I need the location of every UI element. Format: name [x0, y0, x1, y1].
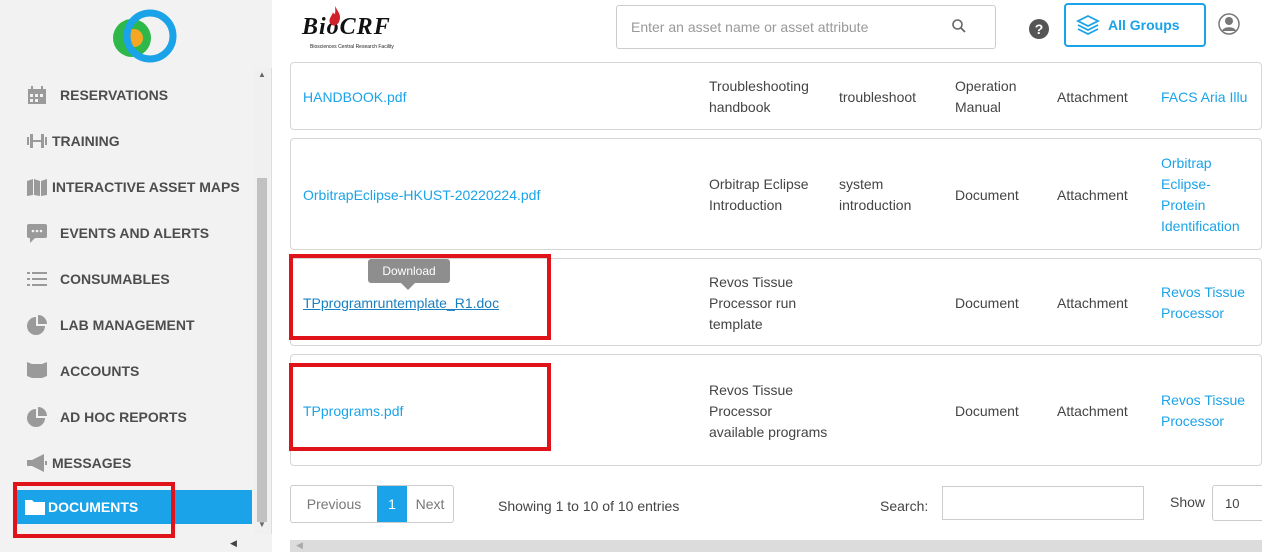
brand-name: BioCRF: [302, 14, 391, 40]
kind-cell: Attachment: [1057, 186, 1128, 203]
description-cell: Troubleshooting handbook: [709, 78, 809, 115]
page-1-button[interactable]: 1: [377, 486, 407, 522]
show-label: Show: [1170, 494, 1206, 510]
table-search-input[interactable]: [942, 486, 1144, 520]
asset-link[interactable]: Revos Tissue Processor: [1161, 259, 1257, 347]
all-groups-label: All Groups: [1108, 17, 1180, 33]
sidebar-item-reservations[interactable]: RESERVATIONS: [0, 72, 254, 118]
scroll-thumb[interactable]: [257, 178, 267, 522]
sidebar-item-messages[interactable]: MESSAGES: [0, 440, 254, 486]
collapse-arrow-icon[interactable]: ◀: [230, 538, 237, 549]
scroll-up-arrow-icon[interactable]: ▲: [258, 70, 266, 79]
logo-area: [0, 0, 272, 68]
type-cell: Document: [955, 402, 1019, 419]
asset-link[interactable]: Orbitrap Eclipse- Protein Identification: [1161, 139, 1257, 251]
brand-subtitle: Biosciences Central Research Facility: [310, 44, 394, 50]
kind-cell: Attachment: [1057, 294, 1128, 311]
scroll-down-arrow-icon[interactable]: ▼: [258, 520, 266, 529]
top-bar: BioCRF Biosciences Central Research Faci…: [272, 0, 1262, 60]
search-label: Search:: [880, 498, 929, 514]
previous-button[interactable]: Previous: [291, 486, 377, 522]
sidebar-item-label: MESSAGES: [52, 455, 132, 471]
entries-info: Showing 1 to 10 of 10 entries: [498, 498, 680, 514]
pie-chart-icon: [27, 315, 47, 335]
scroll-left-arrow-icon[interactable]: ◀: [296, 540, 303, 551]
layers-icon: [1076, 14, 1100, 36]
highlight-box: [289, 363, 551, 451]
search-icon[interactable]: [951, 18, 967, 34]
sidebar-scrollbar[interactable]: ▲ ▼: [254, 68, 270, 534]
table-row: OrbitrapEclipse-HKUST-20220224.pdf Orbit…: [290, 138, 1262, 250]
sidebar-item-label: AD HOC REPORTS: [60, 409, 187, 425]
sidebar: RESERVATIONS TRAINING INTERACTIVE ASSET …: [0, 0, 272, 552]
tag-cell: [839, 355, 949, 467]
sidebar-item-training[interactable]: TRAINING: [0, 118, 254, 164]
svg-text:?: ?: [1035, 21, 1044, 37]
sidebar-item-label: EVENTS AND ALERTS: [60, 225, 210, 241]
sidebar-item-label: LAB MANAGEMENT: [60, 317, 195, 333]
all-groups-button[interactable]: All Groups: [1064, 3, 1206, 47]
dumbbell-icon: [27, 134, 47, 148]
kind-cell: Attachment: [1057, 402, 1128, 419]
kind-cell: Attachment: [1057, 88, 1128, 105]
asset-link[interactable]: Revos Tissue Processor: [1161, 355, 1257, 467]
sidebar-item-consumables[interactable]: CONSUMABLES: [0, 256, 254, 302]
highlight-box: [289, 254, 551, 340]
highlight-box: [13, 482, 175, 538]
question-icon[interactable]: ?: [1028, 18, 1050, 40]
sidebar-item-lab-management[interactable]: LAB MANAGEMENT: [0, 302, 254, 348]
calendar-icon: [28, 86, 46, 104]
brand-logo[interactable]: BioCRF Biosciences Central Research Faci…: [302, 6, 394, 50]
sidebar-item-label: RESERVATIONS: [60, 87, 169, 103]
table-row: HANDBOOK.pdf Troubleshooting handbook tr…: [290, 62, 1262, 130]
sidebar-item-label: CONSUMABLES: [60, 271, 170, 287]
sidebar-item-ad-hoc-reports[interactable]: AD HOC REPORTS: [0, 394, 254, 440]
sidebar-item-events-and-alerts[interactable]: EVENTS AND ALERTS: [0, 210, 254, 256]
sidebar-item-label: ACCOUNTS: [60, 363, 140, 379]
sidebar-item-label: TRAINING: [52, 133, 120, 149]
asset-search: [616, 5, 996, 49]
next-button[interactable]: Next: [407, 486, 453, 522]
page-size-select[interactable]: 10: [1212, 485, 1262, 521]
sidebar-item-accounts[interactable]: ACCOUNTS: [0, 348, 254, 394]
map-icon: [27, 179, 47, 196]
file-link[interactable]: HANDBOOK.pdf: [303, 63, 406, 131]
user-icon[interactable]: [1218, 13, 1240, 35]
asset-link[interactable]: FACS Aria Illu: [1161, 63, 1262, 131]
search-input[interactable]: [617, 6, 947, 48]
list-icon: [27, 272, 47, 286]
tag-cell: troubleshoot: [839, 88, 917, 105]
flame-icon: [329, 6, 341, 26]
description-cell: Revos Tissue Processor available program…: [709, 381, 828, 440]
flag-icon: [27, 362, 47, 378]
pagination: Previous 1 Next: [290, 485, 454, 523]
table-footer: Previous 1 Next Showing 1 to 10 of 10 en…: [290, 482, 1262, 532]
type-cell: Operation Manual: [955, 78, 1017, 115]
sidebar-item-label: INTERACTIVE ASSET MAPS: [52, 179, 240, 195]
app-logo[interactable]: [100, 4, 184, 66]
type-cell: Document: [955, 294, 1019, 311]
tag-cell: [839, 259, 949, 347]
megaphone-icon: [27, 454, 47, 472]
sidebar-item-interactive-asset-maps[interactable]: INTERACTIVE ASSET MAPS: [0, 164, 254, 210]
type-cell: Document: [955, 186, 1019, 203]
pie-chart-icon: [27, 407, 47, 427]
horizontal-scrollbar[interactable]: ◀: [290, 540, 1262, 552]
chat-icon: [27, 224, 47, 243]
description-cell: Revos Tissue Processor run template: [709, 273, 797, 332]
tag-cell: system introduction: [839, 176, 912, 213]
file-link[interactable]: OrbitrapEclipse-HKUST-20220224.pdf: [303, 139, 540, 251]
description-cell: Orbitrap Eclipse Introduction: [709, 176, 809, 213]
